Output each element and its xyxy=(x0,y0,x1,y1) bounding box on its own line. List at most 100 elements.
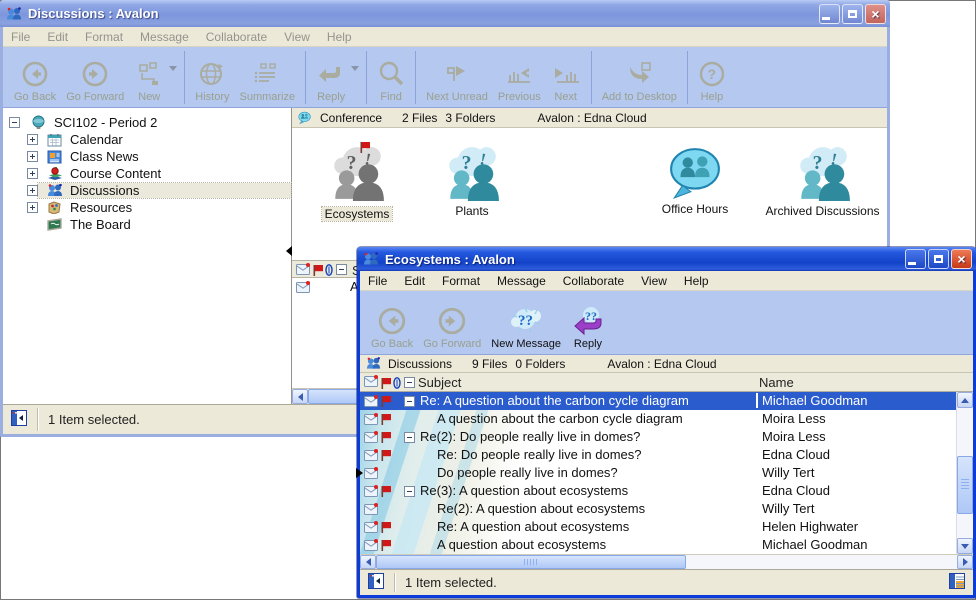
window2-vertical-scrollbar[interactable] xyxy=(956,392,973,554)
conference-item-archived-discussions[interactable]: Archived Discussions xyxy=(760,144,885,218)
collapse-box[interactable] xyxy=(404,396,415,407)
new-button[interactable]: New xyxy=(129,50,169,105)
collapse-box[interactable] xyxy=(404,432,415,443)
help-button[interactable]: ? Help xyxy=(693,50,731,105)
close-button[interactable]: × xyxy=(951,249,972,269)
office-hours-icon xyxy=(668,146,722,200)
tree-item-course[interactable]: SCI102 - Period 2 xyxy=(3,114,291,131)
collapse-box[interactable] xyxy=(9,117,20,128)
message-column-icon[interactable] xyxy=(364,375,378,391)
window1-titlebar[interactable]: Discussions : Avalon × xyxy=(0,0,890,27)
conference-info-bar: Conference 2 Files 3 Folders Avalon : Ed… xyxy=(292,108,887,128)
table-row[interactable]: A question about the carbon cycle diagra… xyxy=(360,410,956,428)
menu-collaborate[interactable]: Collaborate xyxy=(563,274,624,288)
window2-horizontal-scrollbar[interactable] xyxy=(360,554,973,569)
previous-button[interactable]: Previous xyxy=(493,50,546,105)
panel-toggle-icon[interactable] xyxy=(11,410,27,429)
table-row[interactable]: Re(3): A question about ecosystems Edna … xyxy=(360,482,956,500)
ecosystems-icon xyxy=(329,144,385,202)
name-column-header[interactable]: Name xyxy=(759,375,794,390)
tree-item-discussions[interactable]: Discussions xyxy=(3,182,291,199)
close-button[interactable]: × xyxy=(865,4,886,24)
toolbar-separator xyxy=(366,51,367,104)
menu-view[interactable]: View xyxy=(284,30,310,44)
collapse-box[interactable] xyxy=(404,486,415,497)
attachment-column-icon[interactable] xyxy=(325,264,334,279)
conference-item-plants[interactable]: Plants xyxy=(422,144,522,218)
menu-message[interactable]: Message xyxy=(140,30,189,44)
expand-box[interactable] xyxy=(27,151,38,162)
table-row[interactable]: Re(2): Do people really live in domes? M… xyxy=(360,428,956,446)
window2-titlebar[interactable]: Ecosystems : Avalon × xyxy=(357,247,976,271)
conference-label: Discussions xyxy=(388,357,452,371)
expand-box[interactable] xyxy=(27,185,38,196)
find-button[interactable]: Find xyxy=(372,50,410,105)
flag-icon xyxy=(381,431,392,446)
history-button[interactable]: History xyxy=(190,50,234,105)
add-to-desktop-button[interactable]: Add to Desktop xyxy=(597,50,682,105)
go-back-button[interactable]: Go Back xyxy=(366,294,418,352)
next-unread-button[interactable]: Next Unread xyxy=(421,50,493,105)
table-row[interactable]: Re(2): A question about ecosystems Willy… xyxy=(360,500,956,518)
table-row[interactable]: Re: Do people really live in domes? Edna… xyxy=(360,446,956,464)
table-row[interactable]: A question about ecosystems Michael Good… xyxy=(360,536,956,554)
conference-item-office-hours[interactable]: Office Hours xyxy=(640,146,750,216)
menu-format[interactable]: Format xyxy=(85,30,123,44)
new-message-button[interactable]: ?? New Message xyxy=(486,294,566,352)
message-column-icon[interactable] xyxy=(296,263,310,279)
menu-edit[interactable]: Edit xyxy=(47,30,68,44)
menu-format[interactable]: Format xyxy=(442,274,480,288)
collapse-all-box[interactable] xyxy=(404,377,415,388)
expand-box[interactable] xyxy=(27,134,38,145)
scroll-right-button[interactable] xyxy=(957,555,973,569)
tree-item-calendar[interactable]: Calendar xyxy=(3,131,291,148)
reply-button[interactable]: Reply xyxy=(311,50,351,105)
go-back-button[interactable]: Go Back xyxy=(9,50,61,105)
summarize-button[interactable]: Summarize xyxy=(235,50,301,105)
flag-column-icon[interactable] xyxy=(313,264,324,279)
next-button[interactable]: Next xyxy=(546,50,586,105)
conference-info-bar: Discussions 9 Files 0 Folders Avalon : E… xyxy=(360,355,973,373)
table-row[interactable]: Re: A question about the carbon cycle di… xyxy=(360,392,956,410)
table-row[interactable]: Do people really live in domes? Willy Te… xyxy=(360,464,956,482)
menu-collaborate[interactable]: Collaborate xyxy=(206,30,267,44)
scroll-left-button[interactable] xyxy=(292,389,308,404)
minimize-button[interactable] xyxy=(819,4,840,24)
reply-dropdown-arrow[interactable] xyxy=(351,66,359,71)
flag-column-icon[interactable] xyxy=(381,377,392,392)
expand-box[interactable] xyxy=(27,202,38,213)
tree-item-course-content[interactable]: Course Content xyxy=(3,165,291,182)
panel-toggle-icon[interactable] xyxy=(368,573,384,592)
message-icon xyxy=(364,395,378,411)
expand-box[interactable] xyxy=(27,168,38,179)
scroll-up-button[interactable] xyxy=(957,392,973,408)
tree-item-the-board[interactable]: The Board xyxy=(3,216,291,233)
scrollbar-thumb[interactable] xyxy=(957,456,973,514)
table-row[interactable]: Re: A question about ecosystems Helen Hi… xyxy=(360,518,956,536)
maximize-button[interactable] xyxy=(842,4,863,24)
minimize-button[interactable] xyxy=(905,249,926,269)
view-grid-icon[interactable] xyxy=(949,573,965,592)
menu-file[interactable]: File xyxy=(368,274,387,288)
maximize-button[interactable] xyxy=(928,249,949,269)
menu-edit[interactable]: Edit xyxy=(404,274,425,288)
subject-column-header[interactable]: Subject xyxy=(418,375,461,390)
menu-view[interactable]: View xyxy=(641,274,667,288)
menu-file[interactable]: File xyxy=(11,30,30,44)
row-cursor-arrow xyxy=(356,468,363,478)
scrollbar-thumb[interactable] xyxy=(376,555,686,569)
scroll-down-button[interactable] xyxy=(957,538,973,554)
attachment-column-icon[interactable] xyxy=(393,377,402,392)
tree-item-resources[interactable]: Resources xyxy=(3,199,291,216)
tree-item-class-news[interactable]: Class News xyxy=(3,148,291,165)
go-forward-button[interactable]: Go Forward xyxy=(61,50,129,105)
go-forward-button[interactable]: Go Forward xyxy=(418,294,486,352)
scroll-left-button[interactable] xyxy=(360,555,376,569)
collapse-all-box[interactable] xyxy=(336,264,347,275)
reply-button[interactable]: ?? Reply xyxy=(566,294,610,352)
menu-message[interactable]: Message xyxy=(497,274,546,288)
menu-help[interactable]: Help xyxy=(684,274,709,288)
new-dropdown-arrow[interactable] xyxy=(169,66,177,71)
menu-help[interactable]: Help xyxy=(327,30,352,44)
conference-item-ecosystems[interactable]: Ecosystems xyxy=(307,144,407,221)
